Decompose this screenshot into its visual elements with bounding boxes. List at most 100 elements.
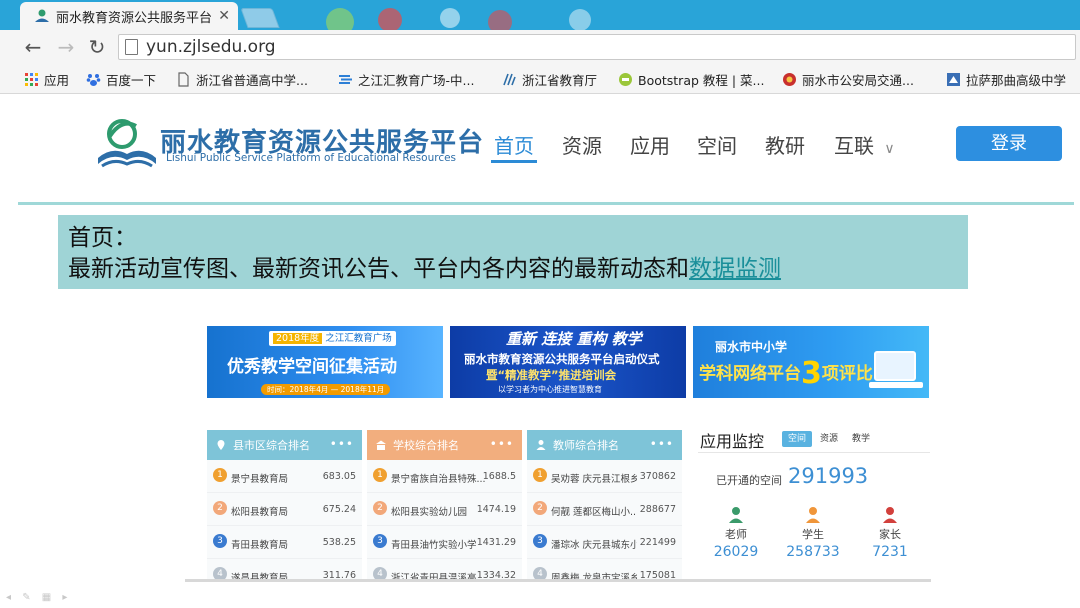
row-name: 何靓 莲都区梅山小... [551,507,637,518]
police-badge-icon [783,72,796,86]
table-row[interactable]: 2 松阳县实验幼儿园 1474.19 [367,493,522,526]
forward-arrow-icon[interactable]: → [55,36,77,58]
row-score: 1431.29 [476,537,516,548]
banner1-date: 时间：2018年4月 — 2018年11月 [261,384,391,395]
panel-title: 学校综合排名 [393,439,459,452]
browser-tab-active[interactable]: 丽水教育资源公共服务平台 ✕ [20,2,238,30]
table-row[interactable]: 4周鑫梅 龙泉市宝溪乡...175081 [527,559,682,580]
student-icon [806,507,820,523]
apps-grid-icon [25,72,38,86]
tab-title: 丽水教育资源公共服务平台 [56,10,213,26]
table-row[interactable]: 3 潘琮冰 庆元县城东小...221499 [527,526,682,559]
location-pin-icon [217,440,225,450]
monitor-tab-space[interactable]: 空间 [782,431,813,447]
row-score: 288677 [639,504,676,515]
stat-label: 家长 [879,528,901,541]
app-monitor: 应用监控 空间 资源 教学 已开通的空间 291993 老师 26029 学生 … [698,422,930,582]
banner2-headline: 重新 连接 重构 教学 [506,330,642,348]
banner2-line2: 暨“精准教学”推进培训会 [486,368,617,382]
opened-spaces-label: 已开通的空间 [716,474,782,487]
panel-title: 教师综合排名 [553,439,619,452]
site-favicon-icon [35,9,49,22]
table-row[interactable]: 1 景宁畲族自治县特殊... 1688.5 [367,460,522,493]
monitor-tab-teaching[interactable]: 教学 [846,431,876,447]
rank-medal-icon: 1 [373,468,387,482]
stat-parents: 家长 7231 [855,506,925,560]
rank-medal-icon: 3 [533,534,547,548]
bookmark-baidu[interactable]: 百度一下 [86,70,156,88]
more-icon[interactable]: ••• [330,437,354,451]
monitor-divider [698,452,930,453]
banner-teaching-space[interactable]: 2018年度 之江汇教育广场 优秀教学空间征集活动 时间：2018年4月 — 20… [207,326,443,398]
logo-subtitle: Lishui Public Service Platform of Educat… [166,152,457,164]
data-monitor-link[interactable]: 数据监测 [689,256,781,282]
rank-medal-icon: 3 [373,534,387,548]
back-arrow-icon[interactable]: ← [22,36,44,58]
table-row[interactable]: 4 浙江省青田县温溪高... 1334.32 [367,559,522,580]
more-icon[interactable]: ••• [650,437,674,451]
edu-dept-logo-icon [503,73,516,85]
panel-header: 教师综合排名 ••• [527,430,682,460]
slide-controls-icon[interactable]: ◂ ✎ ▦ ▸ [6,592,71,603]
bookmark-label: 之江汇教育广场-中... [358,72,475,88]
bookmark-lhasa-nagqu[interactable]: 拉萨那曲高级中学 [946,70,1066,88]
monitor-tab-resources[interactable]: 资源 [814,431,844,447]
table-row[interactable]: 4 遂昌县教育局 311.76 [207,559,362,580]
rank-medal-icon: 1 [533,468,547,482]
stat-students: 学生 258733 [778,506,848,560]
lishui-logo-icon[interactable] [96,114,158,172]
runoob-logo-icon [619,72,632,86]
login-button[interactable]: 登录 [956,126,1062,161]
banner-launch-ceremony[interactable]: 重新 连接 重构 教学 丽水市教育资源公共服务平台启动仪式 暨“精准教学”推进培… [450,326,686,398]
stat-value: 7231 [872,544,908,560]
county-ranking-list: 1 景宁县教育局 683.05 2 松阳县教育局 675.24 3 青田县教育局 538.25 4… [207,460,362,580]
bookmark-lishui-police[interactable]: 丽水市公安局交通... [782,70,914,88]
table-row[interactable]: 3 青田县教育局 538.25 [207,526,362,559]
more-icon[interactable]: ••• [490,437,514,451]
table-row[interactable]: 2 松阳县教育局 675.24 [207,493,362,526]
teacher-icon [729,507,743,523]
rank-medal-icon: 2 [213,501,227,515]
banner3-number: 3 [801,356,822,391]
bookmark-apps[interactable]: 应用 [24,70,69,88]
row-score: 370862 [639,471,676,482]
new-tab-button[interactable] [240,8,280,28]
bookmark-label: 拉萨那曲高级中学 [966,72,1067,88]
laptop-illustration-icon [869,351,923,388]
rank-medal-icon: 2 [373,501,387,515]
reload-icon[interactable]: ↻ [86,36,108,58]
nav-home[interactable]: 首页 [494,130,534,159]
address-bar[interactable]: yun.zjlsedu.org [118,34,1076,60]
bookmark-label: 百度一下 [106,72,157,88]
table-row[interactable]: 3 青田县油竹实验小学 1431.29 [367,526,522,559]
teacher-person-icon [536,440,546,450]
nav-connect[interactable]: 互联 ∨ [834,130,895,159]
bookmark-zjh-square[interactable]: 之江汇教育广场-中... [338,70,474,88]
row-name: 潘琮冰 庆元县城东小... [551,540,637,551]
table-row[interactable]: 1 景宁县教育局 683.05 [207,460,362,493]
nav-space[interactable]: 空间 [697,130,737,159]
nav-research[interactable]: 教研 [765,130,805,159]
rank-medal-icon: 3 [213,534,227,548]
panel-title: 县市区综合排名 [233,439,310,452]
nav-apps[interactable]: 应用 [630,130,670,159]
annotation-text: 最新活动宣传图、最新资讯公告、平台内各内容的最新动态和 [68,256,689,282]
bookmark-zj-edu-dept[interactable]: 浙江省教育厅 [502,70,597,88]
nav-active-underline [491,160,537,163]
bookmark-bootstrap[interactable]: Bootstrap 教程 | 菜... [618,70,764,88]
site-header: 丽水教育资源公共服务平台 Lishui Public Service Platf… [0,100,1080,200]
chevron-down-icon: ∨ [884,141,895,157]
bookmarks-bar: 应用 百度一下 浙江省普通高中学... 之江汇教育广场-中... 浙江省教育厅 … [0,64,1080,94]
banner-subject-platform[interactable]: 丽水市中小学 学科网络平台3项评比 [693,326,929,398]
baidu-paw-icon [86,73,101,86]
school-ranking-list: 1 景宁畲族自治县特殊... 1688.5 2 松阳县实验幼儿园 1474.19 3 青田县油… [367,460,522,580]
bookmark-zj-highschool[interactable]: 浙江省普通高中学... [176,70,308,88]
nav-resources[interactable]: 资源 [562,130,602,159]
stat-label: 老师 [725,528,747,541]
table-row[interactable]: 1 吴劝蓉 庆元县江根乡...370862 [527,460,682,493]
zjh-logo-icon [339,74,352,84]
table-row[interactable]: 2 何靓 莲都区梅山小... 288677 [527,493,682,526]
horizontal-scrollbar[interactable] [185,579,931,582]
row-name: 松阳县教育局 [231,507,289,518]
tab-close-icon[interactable]: ✕ [218,8,230,24]
